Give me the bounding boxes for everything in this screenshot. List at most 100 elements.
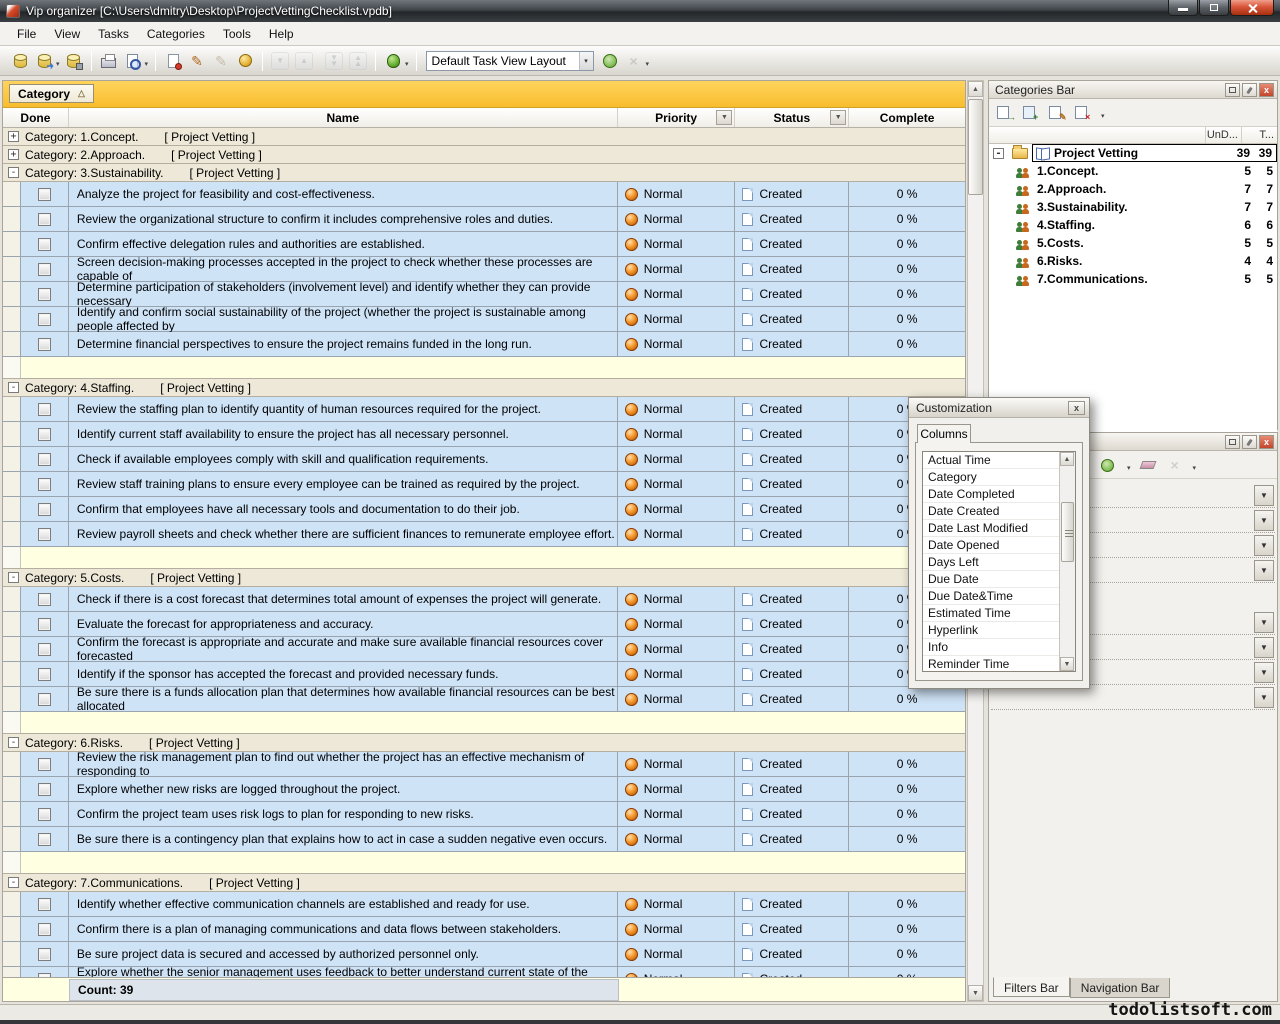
tree-category-row[interactable]: 5.Costs.55 [989,234,1277,252]
notifications-button[interactable] [382,50,404,72]
column-list-item[interactable]: Date Completed [923,486,1059,503]
list-scrollbar-thumb[interactable] [1061,502,1074,562]
delete-layout-button[interactable]: × [623,50,645,72]
expand-toggle-icon[interactable]: - [8,167,19,178]
filters-pin-icon[interactable] [1242,435,1257,449]
tab-filters-bar[interactable]: Filters Bar [993,977,1070,997]
panel-close-icon[interactable]: x [1259,83,1274,97]
filters-more-dropdown-icon[interactable]: ▾ [1193,464,1197,472]
column-list-item[interactable]: Estimated Time [923,605,1059,622]
task-checkbox-icon[interactable] [38,758,51,771]
layout-combobox-arrow-icon[interactable]: ▾ [579,52,593,70]
menu-item-tools[interactable]: Tools [214,24,260,44]
task-checkbox-icon[interactable] [38,478,51,491]
task-checkbox-icon[interactable] [38,643,51,656]
tree-category-row[interactable]: 2.Approach.77 [989,180,1277,198]
layout-dropdown-icon[interactable]: ▾ [646,60,650,68]
task-row[interactable]: Confirm that employees have all necessar… [3,497,965,522]
save-database-button[interactable] [63,50,85,72]
tab-columns[interactable]: Columns [917,424,971,443]
move-up-button[interactable]: ▲ [293,50,315,72]
task-row[interactable]: Screen decision-making processes accepte… [3,257,965,282]
task-checkbox-icon[interactable] [38,668,51,681]
task-row[interactable]: Review staff training plans to ensure ev… [3,472,965,497]
print-button[interactable] [98,50,120,72]
task-checkbox-icon[interactable] [38,453,51,466]
new-task-row[interactable] [3,712,965,734]
task-checkbox-icon[interactable] [38,238,51,251]
dialog-close-icon[interactable]: x [1068,401,1085,415]
tree-root-selection[interactable]: Project Vetting 39 39 [1032,144,1277,162]
task-row[interactable]: Identify current staff availability to e… [3,422,965,447]
task-row[interactable]: Review the risk management plan to find … [3,752,965,777]
task-checkbox-icon[interactable] [38,923,51,936]
tree-category-row[interactable]: 3.Sustainability.77 [989,198,1277,216]
column-list-item[interactable]: Reminder Time [923,656,1059,672]
task-checkbox-icon[interactable] [38,783,51,796]
task-row[interactable]: Determine participation of stakeholders … [3,282,965,307]
menu-item-help[interactable]: Help [260,24,303,44]
clear-filter-button[interactable] [1141,457,1159,473]
task-row[interactable]: Check if available employees comply with… [3,447,965,472]
column-list-item[interactable]: Date Created [923,503,1059,520]
tree-category-row[interactable]: 7.Communications.55 [989,270,1277,288]
task-checkbox-icon[interactable] [38,188,51,201]
tree-collapse-icon[interactable]: - [993,148,1004,159]
new-subcategory-button[interactable]: + [1023,105,1041,121]
category-row[interactable]: -Category: 3.Sustainability.[ Project Ve… [3,164,965,182]
task-checkbox-icon[interactable] [38,288,51,301]
task-checkbox-icon[interactable] [38,263,51,276]
task-row[interactable]: Be sure there is a contingency plan that… [3,827,965,852]
tree-category-row[interactable]: 6.Risks.44 [989,252,1277,270]
delete-filter-button[interactable]: × [1167,457,1185,473]
task-row[interactable]: Review the organizational structure to c… [3,207,965,232]
filter-field-dropdown-icon[interactable]: ▼ [1254,612,1274,633]
expand-toggle-icon[interactable]: - [8,382,19,393]
category-row[interactable]: +Category: 2.Approach.[ Project Vetting … [3,146,965,164]
filter-field-dropdown-icon[interactable]: ▼ [1254,485,1274,506]
filter-field-dropdown-icon[interactable]: ▼ [1254,510,1274,531]
expand-toggle-icon[interactable]: + [8,149,19,160]
tree-column-undone[interactable]: UnD... [1205,127,1241,143]
new-task-row[interactable] [3,357,965,379]
new-database-button[interactable] [9,50,31,72]
category-row[interactable]: -Category: 7.Communications.[ Project Ve… [3,874,965,892]
tree-column-total[interactable]: T... [1241,127,1277,143]
task-checkbox-icon[interactable] [38,618,51,631]
menu-item-tasks[interactable]: Tasks [89,24,138,44]
status-filter-icon[interactable]: ▼ [830,110,846,125]
column-list-item[interactable]: Actual Time [923,452,1059,469]
column-list-item[interactable]: Hyperlink [923,622,1059,639]
new-task-button[interactable] [162,50,184,72]
task-checkbox-icon[interactable] [38,833,51,846]
print-preview-button[interactable] [122,50,144,72]
panel-restore-icon[interactable] [1225,83,1240,97]
group-by-category-button[interactable]: Category △ [9,84,94,103]
filter-field-dropdown-icon[interactable]: ▼ [1254,535,1274,556]
task-checkbox-icon[interactable] [38,808,51,821]
filter-field-dropdown-icon[interactable]: ▼ [1254,637,1274,658]
task-checkbox-icon[interactable] [38,528,51,541]
filters-restore-icon[interactable] [1225,435,1240,449]
move-down-button[interactable]: ▼ [269,50,291,72]
move-top-button[interactable]: ▲▲ [347,50,369,72]
task-checkbox-icon[interactable] [38,213,51,226]
columns-list-scrollbar[interactable]: ▲ ▼ [1059,452,1075,671]
scroll-up-icon[interactable]: ▲ [968,81,983,97]
expand-toggle-icon[interactable]: - [8,877,19,888]
filter-dropdown-icon[interactable]: ▾ [1127,464,1131,472]
task-row[interactable]: Identify if the sponsor has accepted the… [3,662,965,687]
new-task-row[interactable] [3,852,965,874]
edit-task-button[interactable]: ✎ [186,50,208,72]
task-row[interactable]: Confirm the forecast is appropriate and … [3,637,965,662]
column-list-item[interactable]: Date Opened [923,537,1059,554]
print-dropdown-icon[interactable]: ▾ [145,60,149,68]
column-list-item[interactable]: Date Last Modified [923,520,1059,537]
task-row[interactable]: Review the staffing plan to identify qua… [3,397,965,422]
task-row[interactable]: Evaluate the forecast for appropriatenes… [3,612,965,637]
expand-toggle-icon[interactable]: - [8,572,19,583]
task-row[interactable]: Identify and confirm social sustainabili… [3,307,965,332]
restore-button[interactable] [1199,0,1229,16]
notifications-dropdown-icon[interactable]: ▾ [405,60,409,68]
column-header-status[interactable]: Status ▼ [735,108,849,127]
